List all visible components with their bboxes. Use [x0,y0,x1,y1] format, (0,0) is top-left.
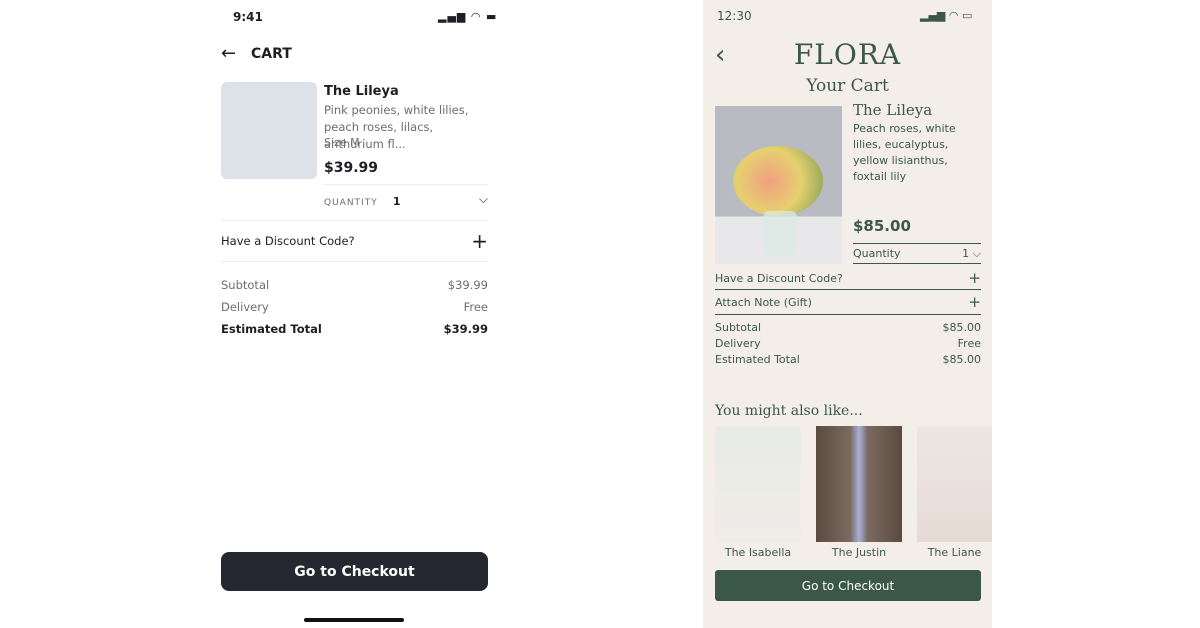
summary-subtotal: Subtotal $85.00 [715,321,981,334]
order-summary: Subtotal $85.00 Delivery Free Estimated To… [715,320,981,368]
status-time: 12:30 [717,9,752,23]
quantity-value: 1 [962,246,970,260]
summary-total: Estimated Total $39.99 [221,322,488,336]
summary-delivery: Delivery Free [221,300,488,314]
suggestion-name: The Justin [831,546,887,559]
summary-total: Estimated Total $85.00 [715,353,981,366]
quantity-label: Quantity [853,247,901,260]
back-arrow-icon[interactable]: ← [221,43,236,64]
suggestion-image [816,426,902,542]
plus-icon: + [968,269,981,287]
suggestion-image [917,426,992,542]
product-image [715,106,842,264]
plus-icon: + [471,229,488,253]
flora-logo: FLORA [793,38,902,71]
suggestion-card[interactable]: The Isabella [715,426,801,559]
checkout-button[interactable]: Go to Checkout [221,552,488,591]
quantity-label: QUANTITY [324,198,378,208]
suggestion-name: The Isabella [724,546,792,559]
discount-code-toggle[interactable]: Have a Discount Code? + [221,229,488,253]
status-time: 9:41 [233,10,263,24]
right-cart-screen: 12:30 ▂▄▆ ◠ ▭ ‹ FLORA Your Cart The Lile… [703,0,992,628]
product-name: The Lileya [853,101,933,119]
product-price: $39.99 [324,160,379,176]
note-label: Attach Note (Gift) [715,295,812,309]
suggestion-name: The Liane [927,546,982,559]
discount-code-toggle[interactable]: Have a Discount Code? + [715,269,981,287]
product-description: Peach roses, white lilies, eucalyptus, y… [853,122,956,183]
product-price: $85.00 [853,217,911,235]
plus-icon: + [968,293,981,311]
discount-label: Have a Discount Code? [715,271,843,285]
page-title: Your Cart [806,76,889,96]
status-icons: ▂▄▆ ◠ ▭ [920,9,973,22]
home-indicator [304,618,404,622]
suggestions-title: You might also like... [715,403,863,419]
suggestion-image [715,426,801,542]
quantity-select[interactable]: Quantity 1 ⌵ [853,245,981,262]
suggestion-card[interactable]: The Justin [816,426,902,559]
status-icons: ▂▄▆ ◠ ▬ [438,10,498,23]
discount-label: Have a Discount Code? [221,234,355,248]
product-size: Size M [324,136,360,149]
page-title: CART [251,46,292,62]
order-summary: SubtotalFree$39.99 DeliveryFree Estimate… [221,274,488,340]
attach-note-toggle[interactable]: Attach Note (Gift) + [715,293,981,311]
summary-subtotal: SubtotalFree$39.99 [221,278,488,292]
quantity-select[interactable]: QUANTITY 1 ⌵ [324,190,488,209]
quantity-value: 1 [392,195,401,208]
product-image-placeholder [221,82,317,179]
summary-delivery: Delivery Free [715,337,981,350]
checkout-button[interactable]: Go to Checkout [715,570,981,601]
chevron-down-icon: ⌵ [972,246,981,260]
suggestion-card[interactable]: The Liane [917,426,992,559]
product-name: The Lileya [324,84,399,99]
chevron-down-icon: ⌵ [478,192,488,206]
